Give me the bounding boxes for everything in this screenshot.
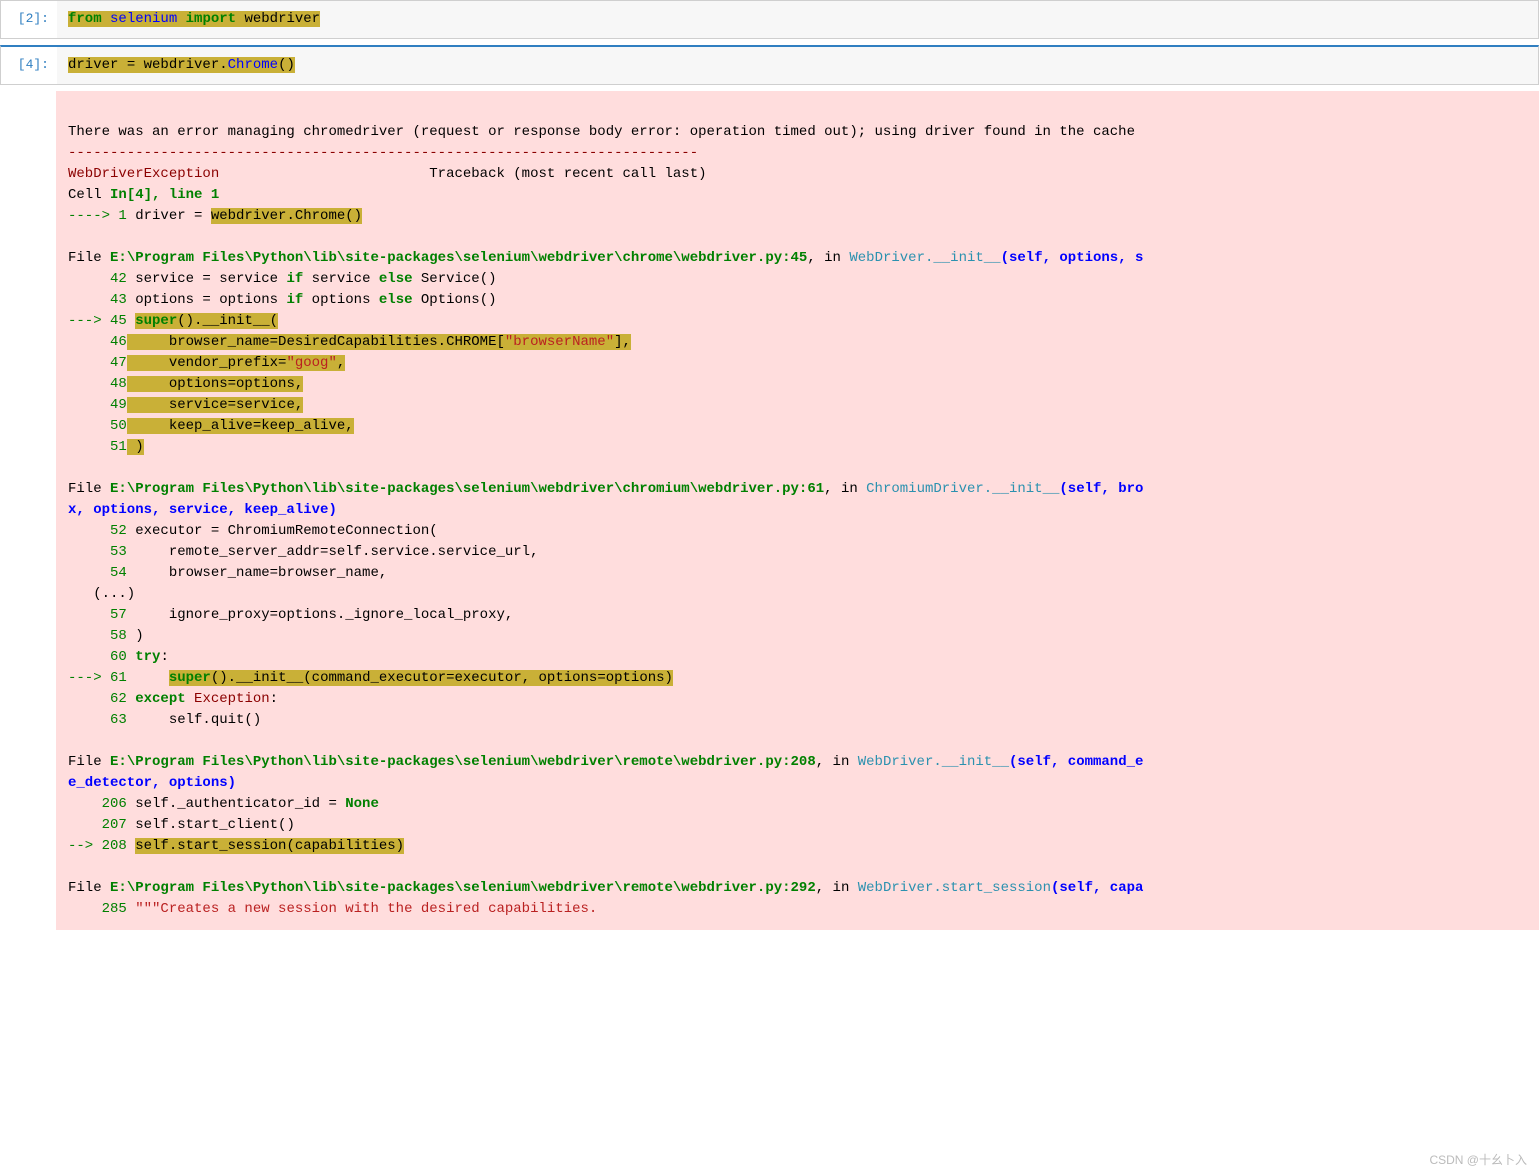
fn-chrome: Chrome: [228, 57, 278, 73]
func-args: (self, options, s: [1001, 250, 1144, 266]
code-cell-4[interactable]: [4]: driver = webdriver.Chrome(): [0, 45, 1539, 85]
func-name: WebDriver.__init__: [849, 250, 1000, 266]
func-name: ChromiumDriver.__init__: [866, 481, 1059, 497]
file-label: File: [68, 880, 110, 896]
output-row: There was an error managing chromedriver…: [0, 91, 1539, 930]
func-args: (self, capa: [1051, 880, 1143, 896]
file-label: File: [68, 754, 110, 770]
code-input[interactable]: driver = webdriver.Chrome(): [57, 47, 1538, 84]
lineno: 43: [68, 292, 127, 308]
code-input[interactable]: from selenium import webdriver: [57, 1, 1538, 38]
exception-name: WebDriverException: [68, 166, 219, 182]
hl-line: self.start_session(capabilities): [135, 838, 404, 854]
name-webdriver: webdriver: [244, 11, 320, 27]
cell-ref: Cell: [68, 187, 110, 203]
lineno: 285: [68, 901, 127, 917]
lineno: 47: [68, 355, 127, 371]
hl-line: webdriver.Chrome(): [211, 208, 362, 224]
kw-from: from: [68, 11, 102, 27]
lineno: 63: [68, 712, 127, 728]
lineno: 207: [68, 817, 127, 833]
code-cell-2[interactable]: [2]: from selenium import webdriver: [0, 0, 1539, 39]
file-label: File: [68, 250, 110, 266]
func-args-cont: x, options, service, keep_alive): [68, 502, 337, 518]
output-prompt-spacer: [0, 91, 56, 930]
lineno: 48: [68, 376, 127, 392]
mod-selenium: selenium: [110, 11, 177, 27]
lineno: 52: [68, 523, 127, 539]
lineno: 206: [68, 796, 127, 812]
lineno: 58: [68, 628, 127, 644]
error-intro: There was an error managing chromedriver…: [68, 124, 1135, 140]
lineno: 51: [68, 439, 127, 455]
func-name: WebDriver.__init__: [858, 754, 1009, 770]
file-path: E:\Program Files\Python\lib\site-package…: [110, 880, 816, 896]
lineno: 54: [68, 565, 127, 581]
lineno: 42: [68, 271, 127, 287]
in-ref: In[4], line 1: [110, 187, 219, 203]
exec-prompt: [2]:: [1, 1, 57, 38]
docstring: """Creates a new session with the desire…: [135, 901, 597, 917]
lineno: 57: [68, 607, 127, 623]
watermark: CSDN @十幺卜入: [1429, 1151, 1527, 1169]
lineno: 46: [68, 334, 127, 350]
file-path: E:\Program Files\Python\lib\site-package…: [110, 250, 807, 266]
error-output[interactable]: There was an error managing chromedriver…: [56, 91, 1539, 930]
func-args: (self, command_e: [1009, 754, 1143, 770]
func-name: WebDriver.start_session: [858, 880, 1051, 896]
var-driver: driver: [68, 57, 127, 73]
file-path: E:\Program Files\Python\lib\site-package…: [110, 754, 816, 770]
arrow-marker: ---> 45: [68, 313, 127, 329]
arrow-marker: --> 208: [68, 838, 127, 854]
func-args: (self, bro: [1059, 481, 1143, 497]
lineno: 53: [68, 544, 127, 560]
lineno: 49: [68, 397, 127, 413]
arrow-marker: ----> 1: [68, 208, 127, 224]
ellipsis: (...): [68, 586, 135, 602]
arrow-marker: ---> 61: [68, 670, 127, 686]
file-path: E:\Program Files\Python\lib\site-package…: [110, 481, 824, 497]
func-args-cont: e_detector, options): [68, 775, 236, 791]
exec-prompt: [4]:: [1, 47, 57, 84]
lineno: 60: [68, 649, 127, 665]
mod-webdriver: webdriver: [144, 57, 220, 73]
dash-separator: ----------------------------------------…: [68, 145, 698, 161]
file-label: File: [68, 481, 110, 497]
lineno: 62: [68, 691, 127, 707]
traceback-header: Traceback (most recent call last): [219, 166, 706, 182]
kw-import: import: [186, 11, 236, 27]
lineno: 50: [68, 418, 127, 434]
